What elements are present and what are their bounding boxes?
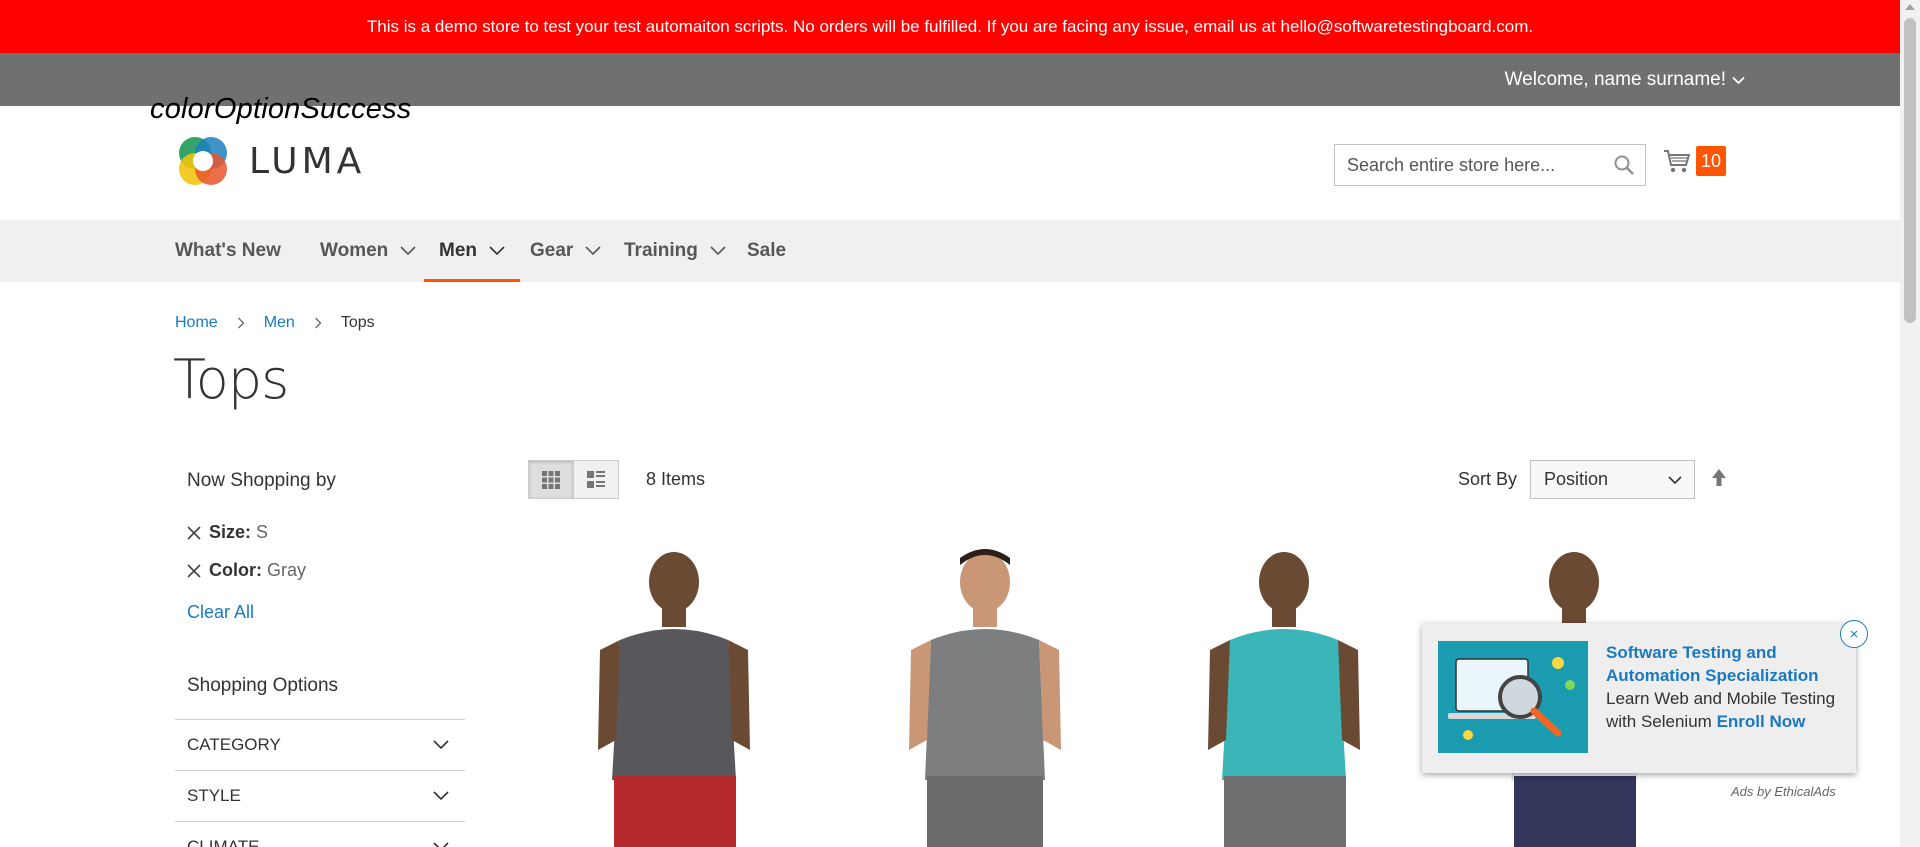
nav-item-gear[interactable]: Gear [530,220,601,282]
chevron-down-icon [710,246,726,256]
product-image [1160,540,1410,847]
filter-label: Size: [209,522,252,542]
nav-item-sale[interactable]: Sale [747,220,786,282]
scrollbar-thumb[interactable] [1904,18,1916,323]
chevron-right-icon [237,317,245,329]
chevron-down-icon [433,791,449,801]
products-toolbar: 8 Items Sort By Position [528,460,1728,500]
filter-option-label: CATEGORY [187,735,281,754]
demo-store-banner: This is a demo store to test your test a… [0,0,1900,53]
filter-option-label: STYLE [187,786,241,805]
grid-view-button[interactable] [528,460,574,499]
demo-banner-text: This is a demo store to test your test a… [366,16,1534,36]
nav-item-women[interactable]: Women [320,220,416,282]
filter-option-style[interactable]: STYLE [175,770,465,821]
ad-image [1438,641,1588,753]
ethical-ad[interactable]: × Software Testing and Automation Specia… [1422,620,1868,773]
nav-item-label: Men [439,240,477,261]
search-input[interactable] [1347,154,1607,176]
nav-item-label: What's New [175,240,281,261]
nav-item-whats-new[interactable]: What's New [175,220,281,282]
product-image [550,540,800,847]
sort-by-label: Sort By [1458,469,1518,489]
ad-title-link[interactable]: Software Testing and Automation Speciali… [1606,643,1819,685]
welcome-text: Welcome, name surname! [1504,68,1726,90]
list-view-button[interactable] [573,460,619,499]
chevron-right-icon [314,317,322,329]
breadcrumb: Home Men Tops [175,314,375,332]
page-scrollbar[interactable] [1900,0,1920,847]
sort-by-select[interactable]: Position [1530,460,1695,499]
product-image [855,540,1105,847]
active-filter-size: Size: S [187,522,268,543]
breadcrumb-home-link[interactable]: Home [175,314,218,332]
page-title: Tops [173,348,289,411]
shopping-cart-icon [1664,150,1691,173]
filter-option-category[interactable]: CATEGORY [175,719,465,770]
search-icon[interactable] [1613,154,1635,176]
chevron-down-icon [489,246,505,256]
filter-option-climate[interactable]: CLIMATE [175,821,465,847]
remove-filter-icon[interactable] [187,525,201,540]
product-item[interactable] [550,540,800,847]
logo-text: LUMA [249,140,366,182]
nav-item-men[interactable]: Men [424,220,520,282]
filter-value: S [256,522,269,542]
minicart[interactable]: 10 [1662,146,1726,176]
chevron-down-icon [400,246,416,256]
nav-item-label: Women [320,240,389,261]
clear-all-filters-link[interactable]: Clear All [187,602,254,623]
sort-by-value: Position [1544,469,1609,489]
chevron-down-icon [433,842,449,847]
ads-by-ethicalads[interactable]: Ads by EthicalAds [1731,784,1836,799]
store-logo[interactable]: LUMA [175,133,365,189]
breadcrumb-men-link[interactable]: Men [264,314,295,332]
list-icon [587,470,605,488]
sort-direction-arrow-icon[interactable] [1710,468,1728,490]
shopping-options-title: Shopping Options [187,675,339,696]
luma-logo-icon [179,137,227,185]
grid-icon [542,470,560,489]
breadcrumb-current: Tops [340,314,375,331]
product-item[interactable] [1160,540,1410,847]
remove-filter-icon[interactable] [187,563,201,578]
scroll-up-arrow-icon[interactable] [1905,4,1915,10]
search-box[interactable] [1334,144,1646,186]
nav-item-training[interactable]: Training [624,220,726,282]
ad-text: Software Testing and Automation Speciali… [1606,641,1846,733]
test-overlay-label: colorOptionSuccess [150,93,412,125]
items-count: 8 Items [646,469,706,489]
nav-item-label: Gear [530,240,574,261]
main-navigation: What's New Women Men Gear Training Sale [0,220,1900,282]
filter-value: Gray [267,560,307,580]
nav-item-label: Sale [747,240,787,261]
chevron-down-icon [433,740,449,750]
product-item[interactable] [855,540,1105,847]
filter-label: Color: [209,560,262,580]
filter-option-label: CLIMATE [187,837,260,847]
customer-welcome-menu[interactable]: Welcome, name surname! [1505,53,1745,106]
ad-cta-link[interactable]: Enroll Now [1717,712,1806,731]
chevron-down-icon [1732,76,1745,85]
active-filter-color: Color: Gray [187,560,306,581]
now-shopping-title: Now Shopping by [187,470,336,491]
chevron-down-icon [585,246,601,256]
nav-item-label: Training [624,240,698,261]
cart-count-badge: 10 [1696,146,1726,176]
chevron-down-icon [1668,476,1682,485]
